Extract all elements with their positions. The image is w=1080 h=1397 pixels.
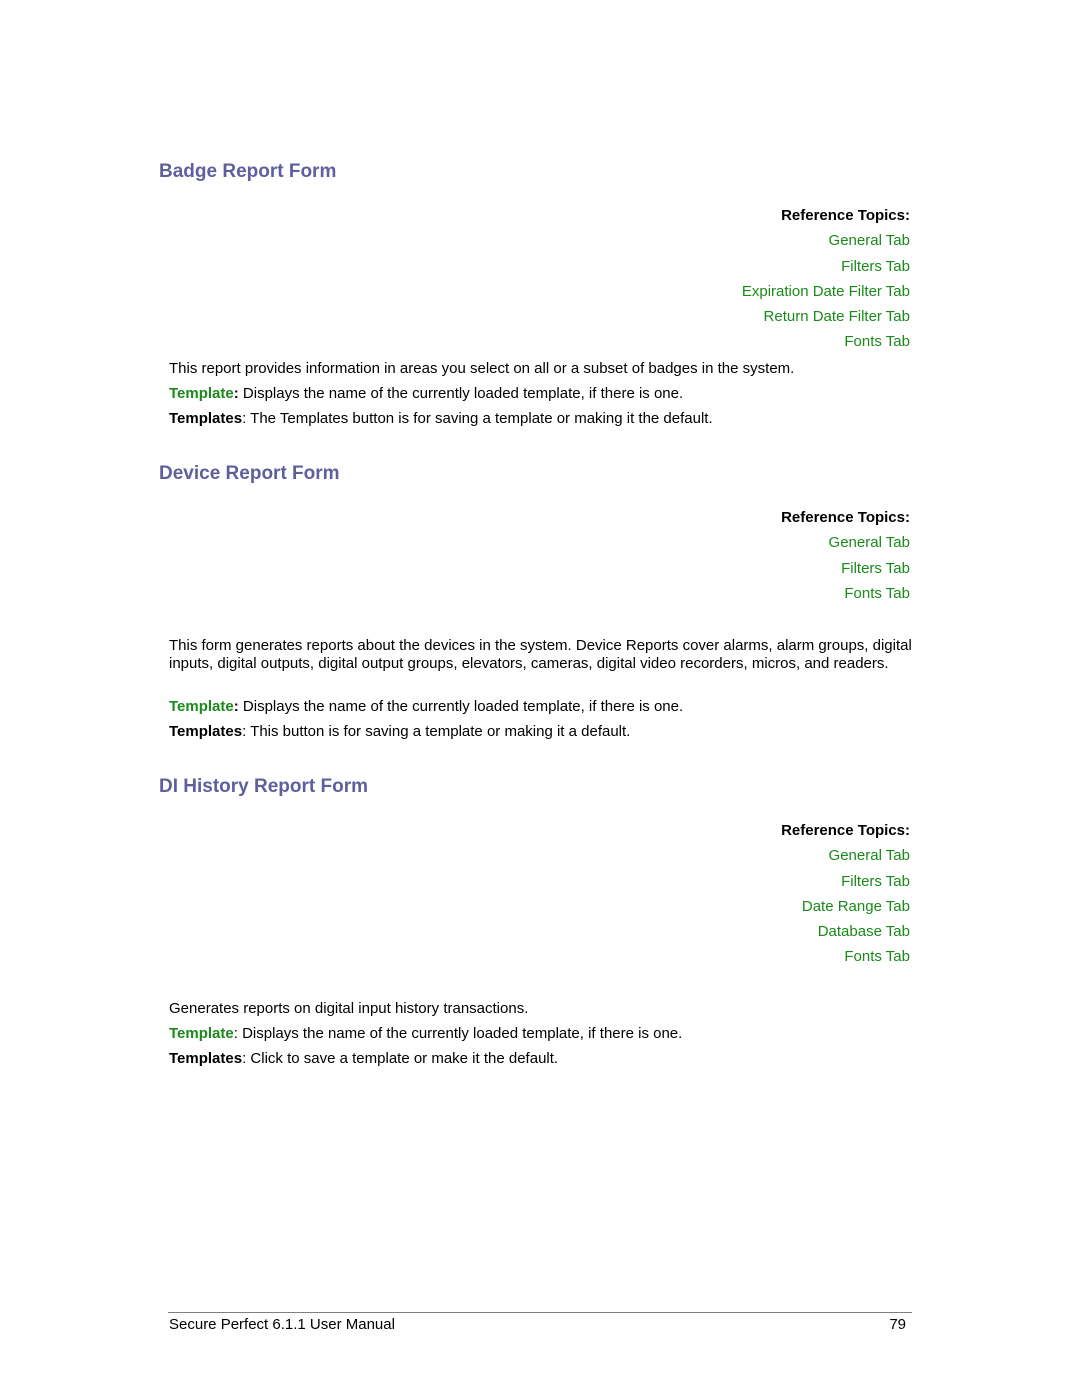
link-general-tab[interactable]: General Tab <box>781 847 910 872</box>
template-text: Displays the name of the currently loade… <box>238 698 684 715</box>
templates-text: : This button is for saving a template o… <box>242 723 631 740</box>
link-return-date-filter-tab[interactable]: Return Date Filter Tab <box>742 308 910 333</box>
link-fonts-tab[interactable]: Fonts Tab <box>781 585 910 610</box>
section-title-device-report: Device Report Form <box>159 463 340 484</box>
link-filters-tab[interactable]: Filters Tab <box>742 258 910 283</box>
link-date-range-tab[interactable]: Date Range Tab <box>781 898 910 923</box>
device-templates-note: Templates: This button is for saving a t… <box>169 723 914 741</box>
templates-text: : Click to save a template or make it th… <box>242 1050 559 1067</box>
link-general-tab[interactable]: General Tab <box>742 232 910 257</box>
template-link[interactable]: Template <box>169 385 234 402</box>
link-fonts-tab[interactable]: Fonts Tab <box>742 333 910 358</box>
templates-label: Templates <box>169 723 243 740</box>
template-text: : Displays the name of the currently loa… <box>233 1025 683 1042</box>
badge-description: This report provides information in area… <box>169 360 795 377</box>
templates-label: Templates <box>169 410 243 427</box>
link-database-tab[interactable]: Database Tab <box>781 923 910 948</box>
di-history-description: Generates reports on digital input histo… <box>169 1000 529 1017</box>
reference-topics-heading: Reference Topics: <box>781 822 910 839</box>
link-filters-tab[interactable]: Filters Tab <box>781 560 910 585</box>
di-history-template-note: Template: Displays the name of the curre… <box>169 1025 914 1043</box>
footer-divider <box>168 1312 912 1313</box>
reference-topics-heading: Reference Topics: <box>781 509 910 526</box>
templates-text: : The Templates button is for saving a t… <box>242 410 713 427</box>
section-title-badge-report: Badge Report Form <box>159 161 337 182</box>
di-history-templates-note: Templates: Click to save a template or m… <box>169 1050 914 1068</box>
device-description: This form generates reports about the de… <box>169 637 912 672</box>
device-template-note: Template: Displays the name of the curre… <box>169 698 914 716</box>
reference-topics-badge: Reference Topics: General Tab Filters Ta… <box>742 207 910 359</box>
reference-topics-di-history: Reference Topics: General Tab Filters Ta… <box>781 822 910 974</box>
reference-topics-device: Reference Topics: General Tab Filters Ta… <box>781 509 910 610</box>
template-link[interactable]: Template <box>169 698 234 715</box>
link-filters-tab[interactable]: Filters Tab <box>781 873 910 898</box>
badge-template-note: Template: Displays the name of the curre… <box>169 385 914 403</box>
section-title-di-history-report: DI History Report Form <box>159 776 369 797</box>
badge-templates-note: Templates: The Templates button is for s… <box>169 410 914 428</box>
footer-manual-title: Secure Perfect 6.1.1 User Manual <box>169 1316 395 1333</box>
template-link[interactable]: Template <box>169 1025 234 1042</box>
link-general-tab[interactable]: General Tab <box>781 534 910 559</box>
link-expiration-date-filter-tab[interactable]: Expiration Date Filter Tab <box>742 283 910 308</box>
footer-page-number: 79 <box>889 1316 906 1333</box>
reference-topics-heading: Reference Topics: <box>781 207 910 224</box>
templates-label: Templates <box>169 1050 243 1067</box>
template-text: Displays the name of the currently loade… <box>238 385 684 402</box>
link-fonts-tab[interactable]: Fonts Tab <box>781 948 910 973</box>
